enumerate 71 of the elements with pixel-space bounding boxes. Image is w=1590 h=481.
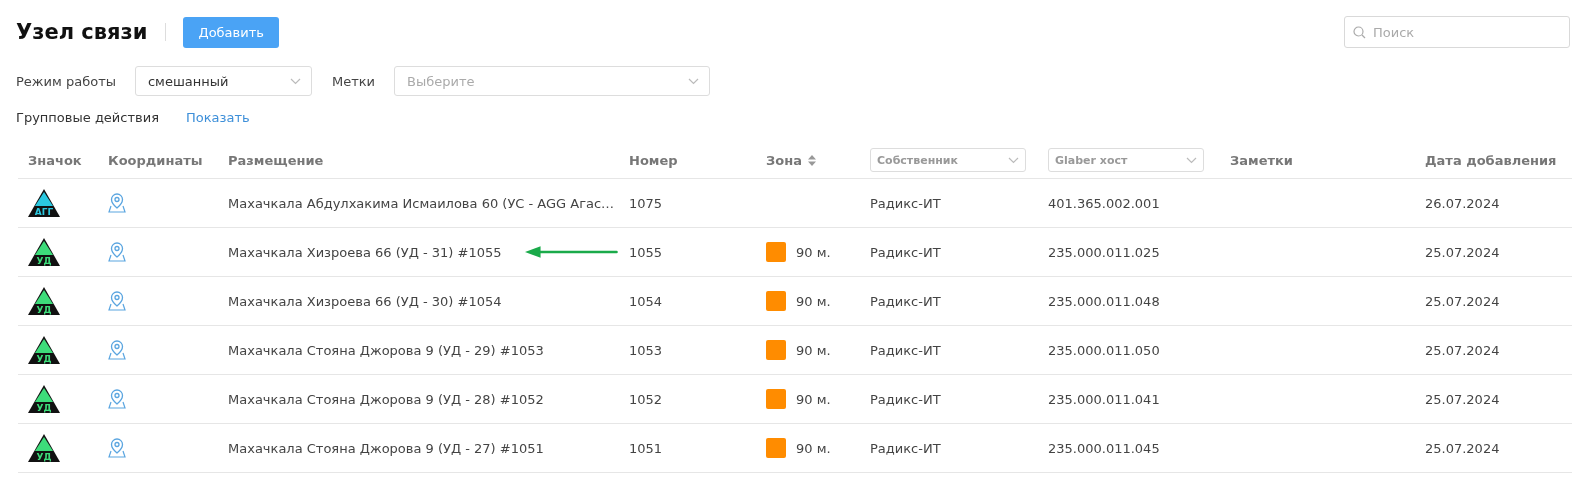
- table-cell: 25.07.2024: [1425, 293, 1500, 309]
- add-button[interactable]: Добавить: [183, 16, 279, 48]
- triangle-badge-icon: УД: [28, 336, 60, 364]
- chevron-down-icon: [1186, 156, 1197, 164]
- group-actions-label: Групповые действия: [16, 109, 159, 125]
- filter-select[interactable]: смешанный: [134, 66, 312, 96]
- table-cell: 90 м.: [796, 244, 831, 260]
- sort-icon: [807, 154, 816, 166]
- column-header: Значок: [28, 152, 82, 168]
- table-cell: Махачкала Хизроева 66 (УД - 30) #1054: [228, 293, 502, 309]
- column-header: Дата добавления: [1425, 152, 1557, 168]
- table-cell: Радикс-ИТ: [870, 342, 941, 358]
- chevron-down-icon: [1008, 156, 1019, 164]
- table-cell: 1054: [629, 293, 663, 309]
- table-cell: 1052: [629, 391, 663, 407]
- column-header: Номер: [629, 152, 678, 168]
- column-filter-select[interactable]: Glaber хост: [1048, 148, 1204, 172]
- filter-label: Режим работы: [16, 73, 116, 89]
- table-cell: Махачкала Стояна Джорова 9 (УД - 27) #1051: [228, 440, 544, 456]
- column-header: Размещение: [228, 152, 324, 168]
- table-cell: 1053: [629, 342, 663, 358]
- triangle-badge-icon: УД: [28, 385, 60, 413]
- table-cell: 25.07.2024: [1425, 342, 1500, 358]
- page-title: Узел связи: [16, 20, 148, 44]
- chevron-down-icon: [688, 77, 700, 85]
- map-pin-icon[interactable]: [108, 242, 126, 262]
- column-filter-select[interactable]: Собственник: [870, 148, 1026, 172]
- map-pin-icon[interactable]: [108, 193, 126, 213]
- table-cell: 235.000.011.045: [1048, 440, 1160, 456]
- column-header[interactable]: Зона: [766, 152, 816, 168]
- table-cell: 90 м.: [796, 342, 831, 358]
- table-cell: Радикс-ИТ: [870, 440, 941, 456]
- show-link[interactable]: Показать: [185, 109, 250, 125]
- table-cell: 90 м.: [796, 440, 831, 456]
- table-cell: Радикс-ИТ: [870, 293, 941, 309]
- table-cell: 25.07.2024: [1425, 391, 1500, 407]
- table-cell: Махачкала Стояна Джорова 9 (УД - 28) #1052: [228, 391, 544, 407]
- column-header: Координаты: [108, 152, 203, 168]
- column-header: Заметки: [1230, 152, 1293, 168]
- triangle-badge-icon: АГГ: [28, 189, 60, 217]
- map-pin-icon[interactable]: [108, 389, 126, 409]
- table-cell: 90 м.: [796, 293, 831, 309]
- map-pin-icon[interactable]: [108, 291, 126, 311]
- table-cell: Махачкала Стояна Джорова 9 (УД - 29) #1053: [228, 342, 544, 358]
- table-cell: 25.07.2024: [1425, 440, 1500, 456]
- table-cell: 235.000.011.041: [1048, 391, 1160, 407]
- table-cell: Махачкала Абдулхакима Исмаилова 60 (УС - AGG Агас…: [228, 195, 615, 211]
- table-cell: Радикс-ИТ: [870, 244, 941, 260]
- table-cell: Радикс-ИТ: [870, 391, 941, 407]
- table-cell: Радикс-ИТ: [870, 195, 941, 211]
- table-cell: 90 м.: [796, 391, 831, 407]
- filter-label: Метки: [331, 73, 376, 89]
- triangle-badge-icon: УД: [28, 238, 60, 266]
- table-cell: 25.07.2024: [1425, 244, 1500, 260]
- filter-select[interactable]: Выберите: [394, 66, 711, 96]
- triangle-badge-icon: УД: [28, 434, 60, 462]
- triangle-badge-icon: УД: [28, 287, 60, 315]
- chevron-down-icon: [289, 77, 301, 85]
- table-cell: 1051: [629, 440, 663, 456]
- table-cell: Махачкала Хизроева 66 (УД - 31) #1055: [228, 244, 502, 260]
- search-field[interactable]: Поиск: [1344, 16, 1570, 48]
- table-cell: 235.000.011.048: [1048, 293, 1160, 309]
- table-cell: 26.07.2024: [1425, 195, 1500, 211]
- map-pin-icon[interactable]: [108, 340, 126, 360]
- table-cell: 235.000.011.025: [1048, 244, 1160, 260]
- table-cell: 401.365.002.001: [1048, 195, 1160, 211]
- search-icon: [1353, 26, 1366, 39]
- table-cell: 1075: [629, 195, 663, 211]
- table-cell: 1055: [629, 244, 663, 260]
- map-pin-icon[interactable]: [108, 438, 126, 458]
- table-cell: 235.000.011.050: [1048, 342, 1160, 358]
